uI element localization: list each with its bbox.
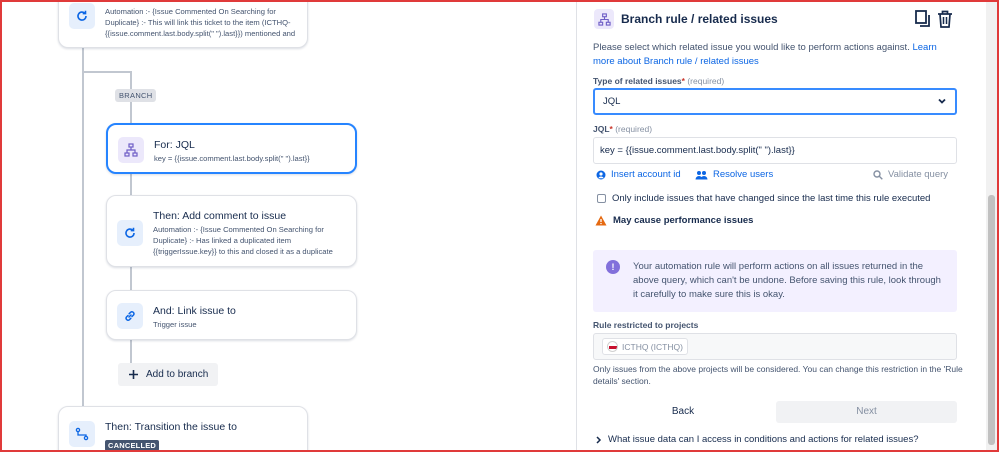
jql-label-text: JQL [593, 124, 610, 134]
required-star: * [609, 124, 613, 134]
card-description: Automation :- {Issue Commented On Search… [153, 225, 324, 234]
learn-more-link[interactable]: more about Branch rule / related issues [593, 55, 759, 69]
required-star: * [681, 76, 685, 86]
validate-query-button[interactable]: Validate query [873, 169, 948, 180]
project-chip-label: ICTHQ (ICTHQ) [622, 341, 683, 352]
card-description: Duplicate} :- Has linked a duplicated it… [153, 236, 292, 245]
connector-line [82, 71, 132, 73]
card-description: {{triggerIssue.key}} to this and closed … [153, 247, 333, 256]
validate-query-label: Validate query [888, 169, 949, 180]
branch-card-for-jql[interactable]: For: JQL key = {{issue.comment.last.body… [106, 123, 357, 174]
jql-label: JQL* (required) [593, 124, 652, 134]
chevron-right-icon [596, 435, 602, 444]
action-card-link-ticket[interactable]: Automation :- {Issue Commented On Search… [58, 2, 308, 48]
jql-input[interactable]: key = {{issue.comment.last.body.split(" … [593, 137, 957, 164]
duplicate-icon[interactable] [915, 10, 931, 28]
faq-label: What issue data can I access in conditio… [608, 434, 919, 445]
intro-text: Please select which related issue you wo… [593, 42, 910, 53]
insert-account-label: Insert account id [611, 169, 681, 180]
action-card-link-issue[interactable]: And: Link issue to Trigger issue [106, 290, 357, 340]
status-lozenge: CANCELLED [105, 440, 160, 450]
branch-tag: BRANCH [115, 89, 157, 102]
only-include-label: Only include issues that have changed si… [612, 193, 931, 204]
project-avatar-icon [607, 341, 618, 352]
select-value: JQL [603, 96, 621, 107]
scrollbar-thumb[interactable] [988, 195, 995, 445]
transition-icon [69, 421, 95, 447]
comment-refresh-icon [69, 3, 95, 29]
restricted-projects-field: ICTHQ (ICTHQ) [593, 333, 957, 360]
add-to-branch-label: Add to branch [146, 369, 209, 380]
search-icon [873, 169, 883, 180]
trash-icon[interactable] [937, 10, 953, 28]
warning-icon [595, 215, 607, 226]
users-icon [695, 170, 708, 179]
warning-row: May cause performance issues [595, 215, 753, 226]
user-icon [596, 170, 606, 179]
panel-title: Branch rule / related issues [621, 12, 778, 26]
plus-icon [129, 370, 138, 379]
restricted-label: Rule restricted to projects [593, 320, 699, 330]
only-include-checkbox[interactable] [597, 194, 606, 203]
card-title: And: Link issue to [153, 305, 236, 317]
info-icon: ! [606, 260, 620, 274]
status-lozenge-wrap: CANCELLED [105, 435, 160, 450]
action-card-add-comment[interactable]: Then: Add comment to issue Automation :-… [106, 195, 357, 267]
type-label: Type of related issues* (required) [593, 76, 724, 86]
connector-line [82, 48, 84, 408]
comment-refresh-icon [117, 220, 143, 246]
notice-text: Your automation rule will perform action… [633, 261, 941, 300]
restriction-note-line: Only issues from the above projects will… [593, 364, 963, 374]
card-title: Then: Transition the issue to [105, 421, 237, 433]
next-button[interactable]: Next [776, 401, 957, 423]
restriction-note: Only issues from the above projects will… [593, 363, 973, 387]
card-title: For: JQL [154, 139, 195, 151]
card-description: key = {{issue.comment.last.body.split(" … [154, 154, 310, 163]
required-text: (required) [687, 76, 725, 86]
branch-icon [118, 137, 144, 163]
related-issue-type-select[interactable]: JQL [593, 88, 957, 115]
card-description: Automation :- {Issue Commented On Search… [105, 7, 276, 16]
resolve-users-label: Resolve users [713, 169, 774, 180]
type-label-text: Type of related issues [593, 76, 682, 86]
back-button[interactable]: Back [633, 401, 733, 423]
branch-icon [594, 9, 614, 29]
card-description: {{issue.comment.last.body.split(" ").las… [105, 29, 296, 38]
restriction-note-line: details' section. [593, 376, 651, 386]
card-title: Then: Add comment to issue [153, 210, 287, 222]
chevron-down-icon [938, 98, 946, 104]
required-text: (required) [615, 124, 653, 134]
add-to-branch-button[interactable]: Add to branch [118, 363, 218, 386]
card-description: Duplicate} :- This will link this ticket… [105, 18, 291, 27]
link-icon [117, 303, 143, 329]
card-description: Trigger issue [153, 320, 197, 329]
panel-intro: Please select which related issue you wo… [593, 41, 963, 55]
rule-canvas: Automation :- {Issue Commented On Search… [2, 2, 576, 450]
resolve-users-button[interactable]: Resolve users [695, 169, 773, 180]
insert-account-id-button[interactable]: Insert account id [596, 169, 681, 180]
action-card-transition[interactable]: Then: Transition the issue to CANCELLED [58, 406, 308, 450]
config-panel: Branch rule / related issues Please sele… [576, 2, 985, 450]
learn-more-link[interactable]: Learn [912, 42, 936, 53]
warning-text: May cause performance issues [613, 215, 754, 226]
faq-expander[interactable]: What issue data can I access in conditio… [595, 434, 919, 445]
project-chip: ICTHQ (ICTHQ) [602, 338, 688, 355]
info-notice: ! Your automation rule will perform acti… [593, 250, 957, 312]
